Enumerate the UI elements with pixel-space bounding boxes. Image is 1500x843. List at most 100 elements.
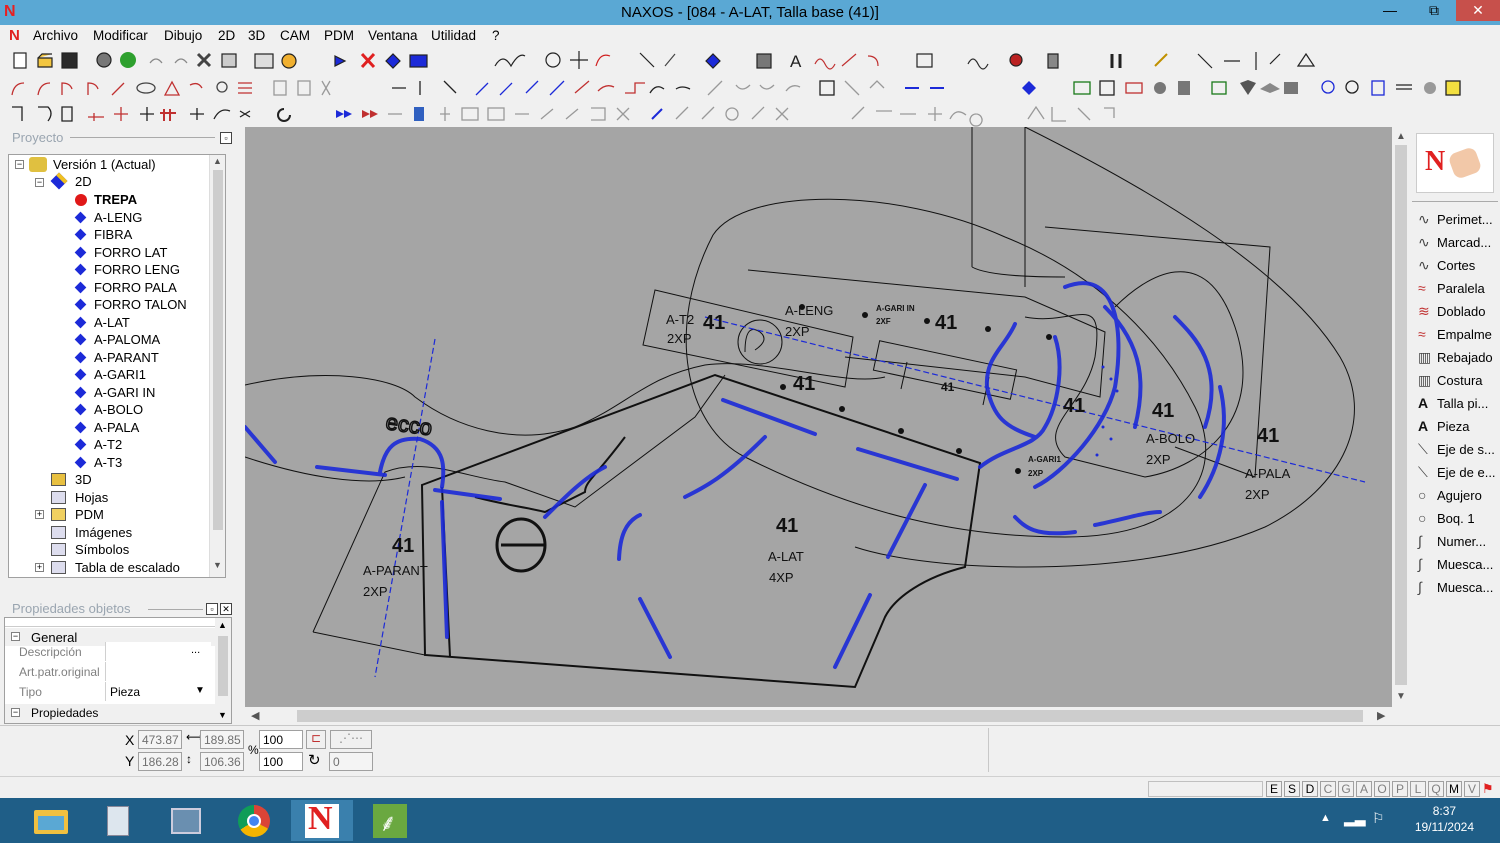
minimize-button[interactable]: — — [1368, 0, 1412, 21]
status-key-c[interactable]: C — [1320, 781, 1336, 797]
taskbar-naxos-icon[interactable]: N — [291, 800, 353, 841]
status-key-v[interactable]: V — [1464, 781, 1480, 797]
curve-icon: ∿ — [1418, 234, 1430, 250]
prop-row-tipo: Tipo Pieza ▼ — [5, 682, 215, 702]
menu-dibujo[interactable]: Dibujo — [164, 28, 202, 43]
drawing-canvas[interactable]: 41 A-T2 2XP A-LENG 2XP A-GARI IN 2XF 41 41 41 41 41… — [245, 127, 1392, 707]
pattern-drawing[interactable]: 41 A-T2 2XP A-LENG 2XP A-GARI IN 2XF 41 41 41 41 41… — [245, 127, 1392, 707]
expand-icon[interactable]: + — [35, 510, 44, 519]
art-patr-field[interactable] — [105, 662, 211, 681]
project-panel-pin-button[interactable]: ▫ — [220, 132, 232, 144]
collapse-propiedades-icon[interactable]: − — [11, 708, 20, 717]
symbols-icon — [51, 543, 66, 556]
clock-time: 8:37 — [1432, 804, 1457, 818]
toolbar-2-icons[interactable] — [0, 75, 1500, 101]
collapse-2d-icon[interactable]: − — [35, 178, 44, 187]
piece-label: 41 — [776, 515, 798, 537]
menu-cam[interactable]: CAM — [280, 28, 310, 43]
status-key-p[interactable]: P — [1392, 781, 1408, 797]
collar-lines — [971, 127, 1066, 287]
piece-label: 4XP — [769, 570, 794, 585]
tipo-dropdown-icon[interactable]: ▼ — [195, 685, 205, 696]
diamond-icon — [74, 298, 87, 311]
menu-2d[interactable]: 2D — [218, 28, 235, 43]
status-key-s[interactable]: S — [1284, 781, 1300, 797]
height-field[interactable]: 106.36 — [200, 752, 244, 771]
percent-label: % — [248, 743, 259, 757]
status-field — [1148, 781, 1263, 797]
version-icon — [29, 157, 47, 172]
expand-icon[interactable]: + — [35, 562, 44, 572]
curve-icon: ∿ — [1418, 257, 1430, 273]
rotation-field[interactable]: 0 — [329, 752, 373, 771]
status-key-l[interactable]: L — [1410, 781, 1426, 797]
status-key-o[interactable]: O — [1374, 781, 1390, 797]
width-field[interactable]: 189.85 — [200, 730, 244, 749]
descripcion-browse-button[interactable]: ... — [191, 644, 200, 656]
properties-grid: − General Descripción ... Art.patr.origi… — [4, 617, 232, 724]
app-menu-icon[interactable]: N — [9, 27, 20, 44]
prop-row-art-patr: Art.patr.original — [5, 662, 215, 682]
menu-utilidad[interactable]: Utilidad — [431, 28, 476, 43]
diamond-icon — [74, 403, 87, 416]
x-label: X — [125, 732, 135, 748]
piece-label: 2XP — [1146, 452, 1171, 467]
circle-icon: ○ — [1418, 487, 1427, 503]
props-scrollbar[interactable]: ▲ ▼ — [215, 618, 231, 723]
properties-pin-button[interactable]: ▫ — [206, 603, 218, 615]
circle-icon: ○ — [1418, 510, 1427, 526]
x-field[interactable]: 473.87 — [138, 730, 182, 749]
menu-3d[interactable]: 3D — [248, 28, 265, 43]
toolbar-1: A — [0, 48, 1500, 74]
close-button[interactable]: ✕ — [1456, 0, 1500, 21]
status-key-e[interactable]: E — [1266, 781, 1282, 797]
text-icon: A — [1418, 395, 1429, 411]
diamond-icon — [74, 368, 87, 381]
piece-label: A-GARI IN — [876, 304, 915, 313]
taskbar-calculator-icon[interactable] — [87, 800, 149, 841]
tray-flag-icon[interactable]: ⚐ — [1372, 810, 1385, 827]
status-key-a[interactable]: A — [1356, 781, 1372, 797]
menu-archivo[interactable]: Archivo — [33, 28, 78, 43]
status-key-d[interactable]: D — [1302, 781, 1318, 797]
menu-modificar[interactable]: Modificar — [93, 28, 148, 43]
toolbar-1-icons[interactable]: A — [0, 48, 1500, 74]
taskbar-chrome-icon[interactable] — [223, 800, 285, 841]
y-field[interactable]: 186.28 — [138, 752, 182, 771]
vertical-scrollbar[interactable]: ▲ ▼ — [1392, 127, 1410, 707]
piece-label: 41 — [1257, 425, 1279, 447]
menu-help[interactable]: ? — [492, 28, 500, 43]
project-tree: − Versión 1 (Actual) − 2D TREPA A-LENG FIB… — [8, 154, 226, 578]
menu-pdm[interactable]: PDM — [324, 28, 354, 43]
maximize-button[interactable]: ⧉ — [1412, 0, 1456, 21]
left-panel: Proyecto ▫ − Versión 1 (Actual) − 2D TRE… — [0, 127, 244, 725]
height-icon: ↕ — [186, 752, 192, 766]
status-key-q[interactable]: Q — [1428, 781, 1444, 797]
snap-grid-icon[interactable]: ⋰⋯ — [330, 730, 372, 749]
tray-network-icon[interactable]: ▂▃ — [1344, 810, 1366, 827]
collapse-general-icon[interactable]: − — [11, 632, 20, 641]
piece-label: A-PARANT — [363, 563, 428, 578]
taskbar-explorer-icon[interactable] — [20, 800, 82, 841]
scale-x-field[interactable]: 100 — [259, 730, 303, 749]
horizontal-scrollbar[interactable]: ◀ ▶ — [245, 707, 1392, 725]
status-flag-icon[interactable]: ⚑ — [1482, 781, 1498, 797]
tray-up-icon[interactable]: ▲ — [1320, 812, 1331, 824]
status-key-m[interactable]: M — [1446, 781, 1462, 797]
status-bar: ESDCGAOPLQMV ⚑ — [0, 776, 1500, 798]
taskbar-scanner-icon[interactable] — [155, 800, 217, 841]
ecco-logo-text: ecco — [384, 409, 434, 440]
tree-scrollbar[interactable]: ▲ ▼ — [209, 155, 225, 577]
scale-mode-icon[interactable]: ⊏ — [306, 730, 326, 749]
clock[interactable]: 8:37 19/11/2024 — [1415, 803, 1474, 835]
properties-close-button[interactable]: ✕ — [220, 603, 232, 615]
piece-label: 2XP — [1245, 487, 1270, 502]
scale-y-field[interactable]: 100 — [259, 752, 303, 771]
menu-ventana[interactable]: Ventana — [368, 28, 418, 43]
toolbar-3-icons[interactable] — [0, 101, 1500, 127]
status-key-g[interactable]: G — [1338, 781, 1354, 797]
rotate-icon[interactable]: ↻ — [308, 751, 321, 769]
taskbar-leaf-app-icon[interactable]: ⸙ — [359, 800, 421, 841]
piece-label: 2XP — [1028, 469, 1044, 478]
collapse-root-icon[interactable]: − — [15, 160, 24, 169]
